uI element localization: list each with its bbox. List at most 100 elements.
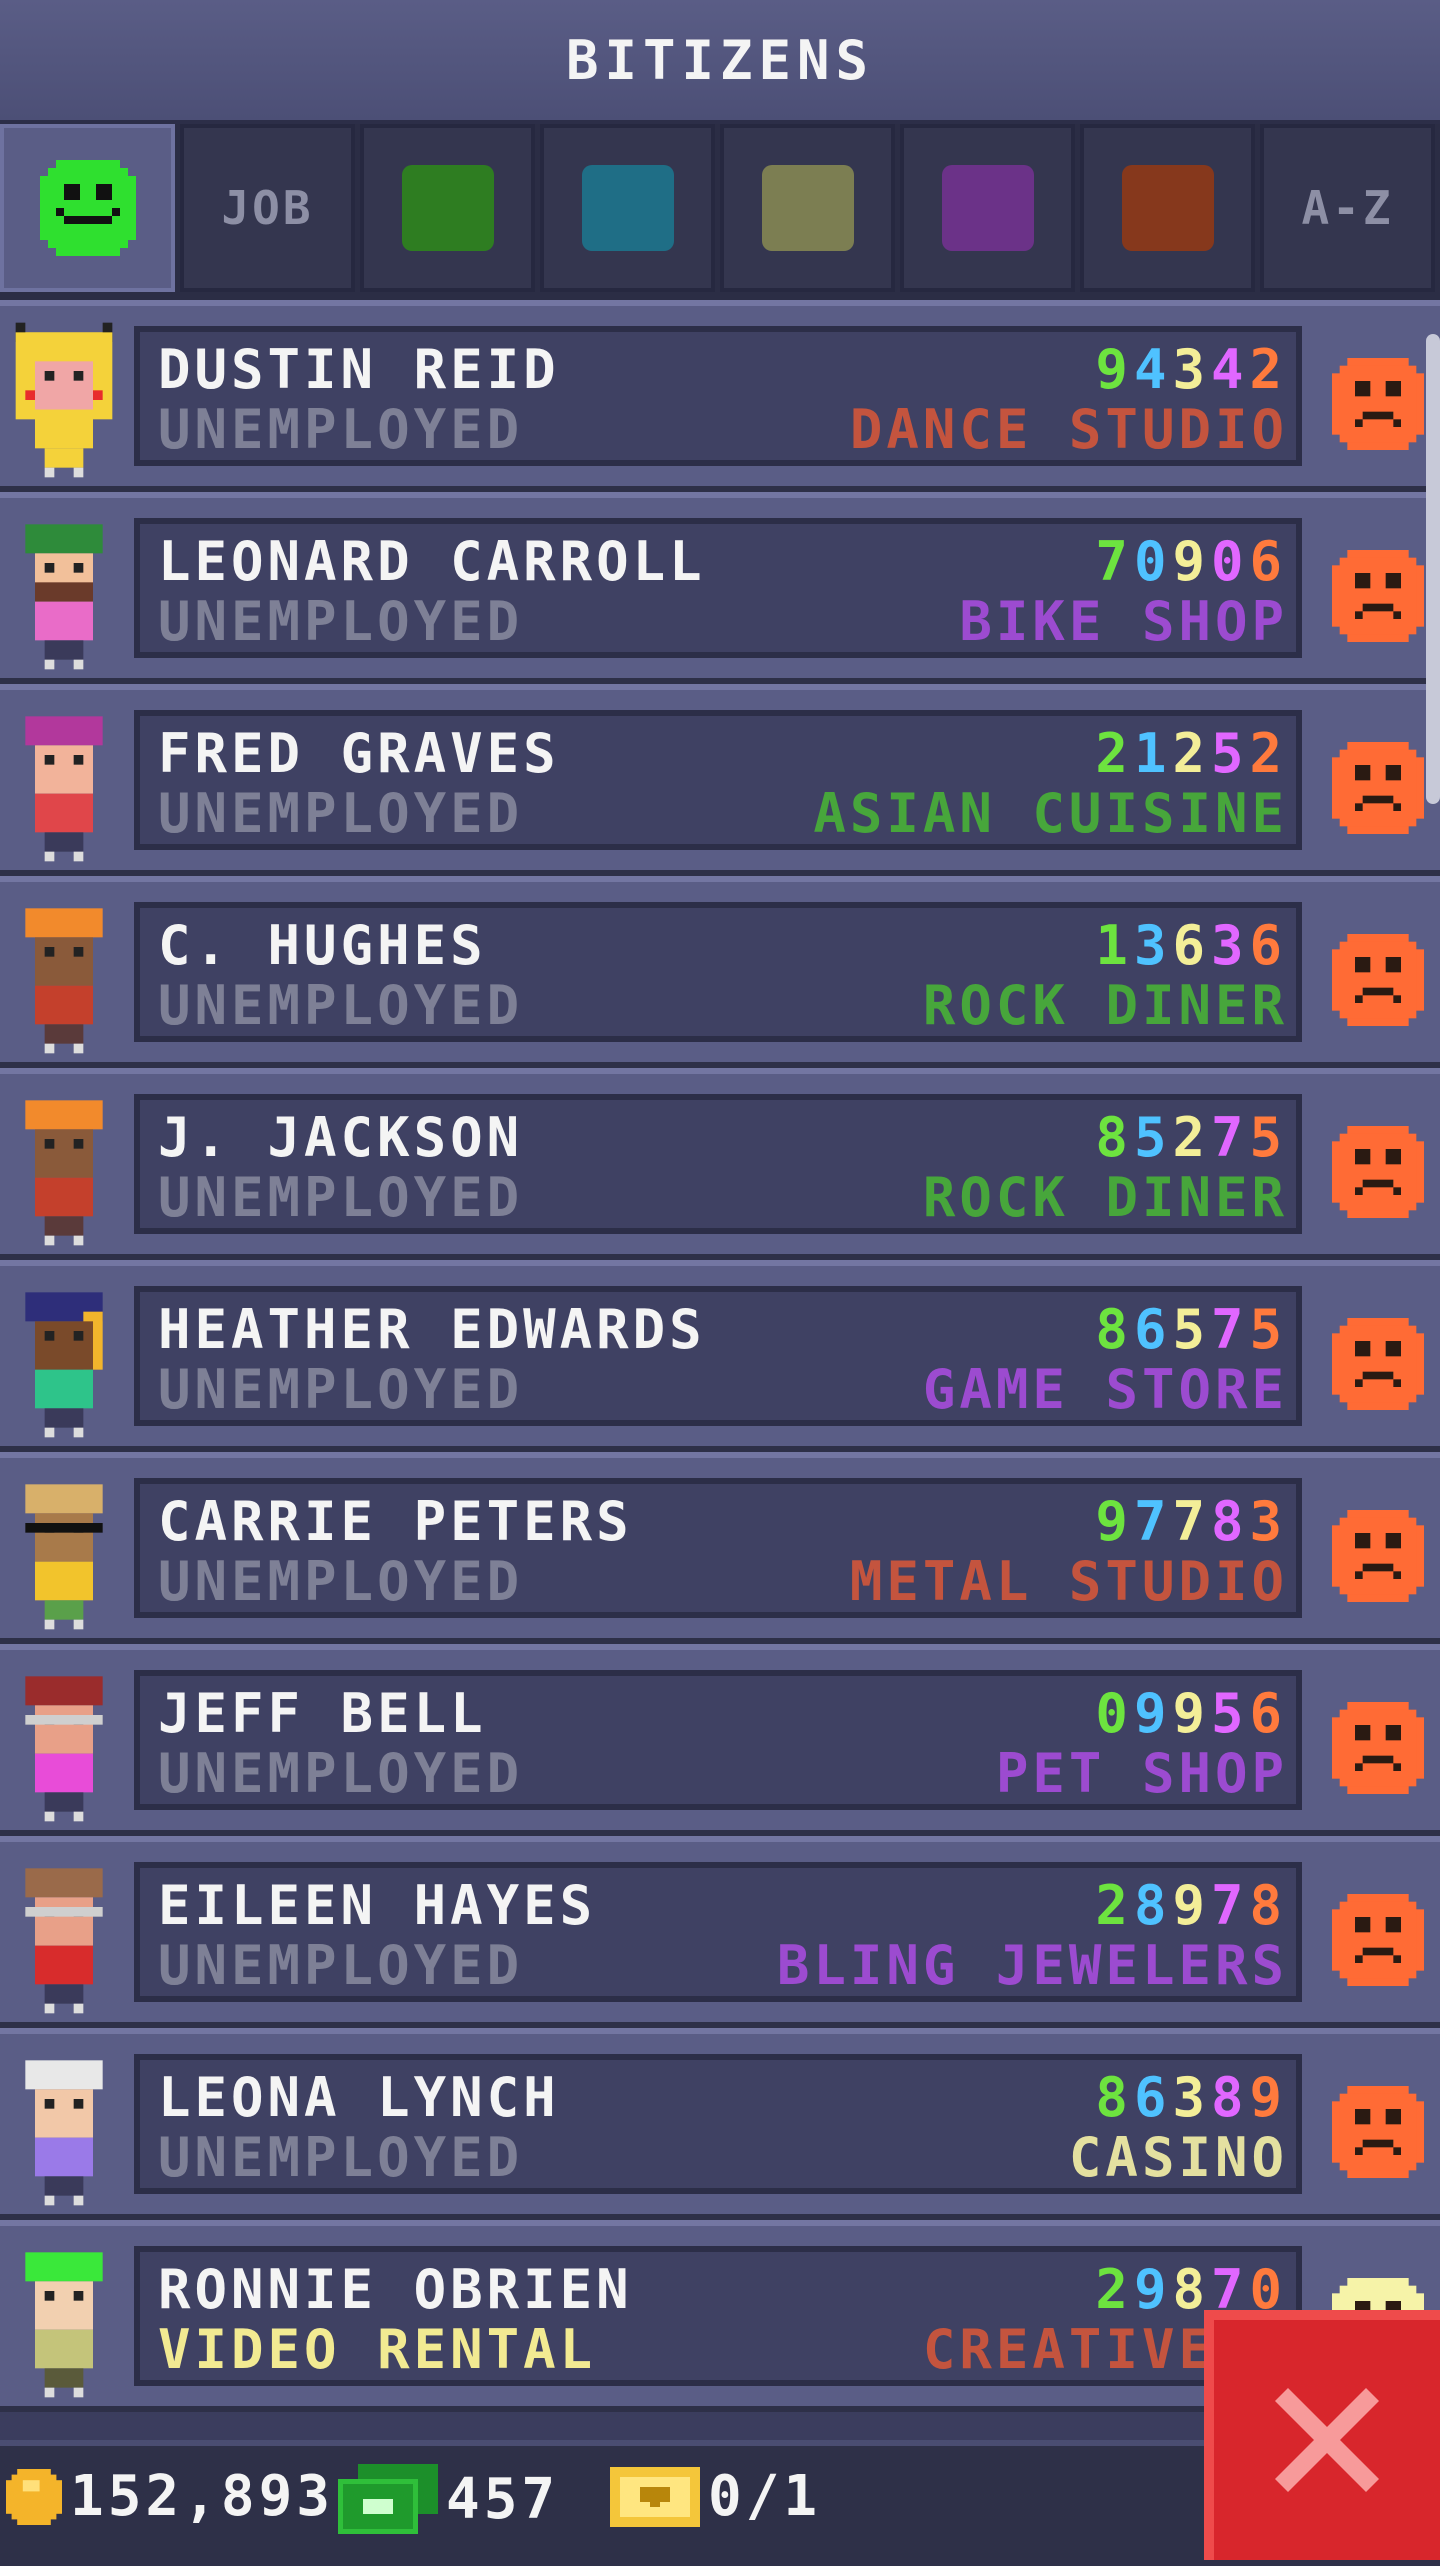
close-button[interactable]: [1204, 2310, 1440, 2560]
bitizen-row[interactable]: EILEEN HAYES UNEMPLOYED 28978 BLING JEWELER…: [0, 1836, 1440, 2028]
skill-digit: 1: [1095, 914, 1134, 977]
bitizen-card[interactable]: C. HUGHES UNEMPLOYED 13636 ROCK DINER: [134, 902, 1302, 1042]
category-swatch: [761, 165, 854, 251]
skill-digit: 5: [1249, 1106, 1288, 1169]
filter-tabs: JOB A-Z: [0, 124, 1440, 300]
bitizen-card[interactable]: DUSTIN REID UNEMPLOYED 94342 DANCE STUDIO: [134, 326, 1302, 466]
skill-digit: 8: [1210, 2066, 1250, 2129]
skill-digit: 2: [1249, 722, 1288, 785]
bitizen-list: DUSTIN REID UNEMPLOYED 94342 DANCE STUDIO LE…: [0, 300, 1440, 2412]
sad-face-icon: [1332, 1510, 1424, 1602]
skill-digit: 3: [1210, 914, 1250, 977]
tab-alphabetical[interactable]: A-Z: [1260, 124, 1435, 292]
skill-digit: 7: [1172, 1490, 1211, 1553]
skill-digit: 8: [1249, 1874, 1288, 1937]
bitizen-job: VIDEO RENTAL: [158, 2318, 597, 2381]
skill-stats: 94342: [1095, 338, 1288, 401]
bux-value: 457: [446, 2466, 560, 2532]
skill-digit: 6: [1133, 1298, 1173, 1361]
tab-category-6[interactable]: [1080, 124, 1255, 292]
skill-digit: 6: [1249, 530, 1288, 593]
bitizen-name: CARRIE PETERS: [158, 1490, 633, 1553]
bitizen-row[interactable]: HEATHER EDWARDS UNEMPLOYED 86575 GAME STORE: [0, 1260, 1440, 1452]
bitizen-job: UNEMPLOYED: [158, 398, 524, 461]
bitizen-card[interactable]: LEONA LYNCH UNEMPLOYED 86389 CASINO: [134, 2054, 1302, 2194]
dream-job: ROCK DINER: [922, 974, 1288, 1037]
skill-digit: 0: [1133, 530, 1173, 593]
bitizen-avatar[interactable]: [6, 1280, 122, 1440]
bitizen-row[interactable]: C. HUGHES UNEMPLOYED 13636 ROCK DINER: [0, 876, 1440, 1068]
bitizen-avatar[interactable]: [6, 896, 122, 1056]
skill-digit: 5: [1133, 1106, 1173, 1169]
skill-stats: 86389: [1095, 2066, 1288, 2129]
sad-face-icon: [1332, 1894, 1424, 1986]
bitizen-name: FRED GRAVES: [158, 722, 560, 785]
skill-digit: 3: [1172, 2066, 1211, 2129]
dream-job: ROCK DINER: [922, 1166, 1288, 1229]
category-swatch: [581, 165, 674, 251]
bitizen-avatar[interactable]: [6, 1088, 122, 1248]
bitizen-avatar[interactable]: [6, 1856, 122, 2016]
bitizen-name: DUSTIN REID: [158, 338, 560, 401]
dream-job: DANCE STUDIO: [849, 398, 1288, 461]
skill-digit: 8: [1133, 1874, 1173, 1937]
bitizen-avatar[interactable]: [6, 704, 122, 864]
tab-category-2[interactable]: [360, 124, 535, 292]
skill-digit: 9: [1095, 338, 1134, 401]
dream-job: GAME STORE: [922, 1358, 1288, 1421]
bitizen-card[interactable]: RONNIE OBRIEN VIDEO RENTAL 29870 CREATIVE I: [134, 2246, 1302, 2386]
bitizen-card[interactable]: FRED GRAVES UNEMPLOYED 21252 ASIAN CUISINE: [134, 710, 1302, 850]
skill-digit: 3: [1133, 914, 1173, 977]
skill-digit: 0: [1210, 530, 1250, 593]
bitizen-card[interactable]: CARRIE PETERS UNEMPLOYED 97783 METAL STUDIO: [134, 1478, 1302, 1618]
bitizen-job: UNEMPLOYED: [158, 782, 524, 845]
tab-label: JOB: [221, 181, 314, 235]
bitizen-card[interactable]: EILEEN HAYES UNEMPLOYED 28978 BLING JEWELER…: [134, 1862, 1302, 2002]
bitizen-card[interactable]: LEONARD CARROLL UNEMPLOYED 70906 BIKE SHOP: [134, 518, 1302, 658]
bitizen-row[interactable]: FRED GRAVES UNEMPLOYED 21252 ASIAN CUISINE: [0, 684, 1440, 876]
bitizen-avatar[interactable]: [6, 1664, 122, 1824]
tab-job[interactable]: JOB: [180, 124, 355, 292]
tab-category-3[interactable]: [540, 124, 715, 292]
bitizen-row[interactable]: JEFF BELL UNEMPLOYED 09956 PET SHOP: [0, 1644, 1440, 1836]
category-swatch: [941, 165, 1034, 251]
bitizen-job: UNEMPLOYED: [158, 974, 524, 1037]
bitizen-avatar[interactable]: [6, 1472, 122, 1632]
bitizen-job: UNEMPLOYED: [158, 1550, 524, 1613]
skill-digit: 6: [1249, 1682, 1288, 1745]
tab-category-4[interactable]: [720, 124, 895, 292]
bitizen-job: UNEMPLOYED: [158, 590, 524, 653]
skill-digit: 3: [1249, 1490, 1288, 1553]
bitizen-name: JEFF BELL: [158, 1682, 487, 1745]
skill-digit: 8: [1095, 1106, 1134, 1169]
skill-stats: 86575: [1095, 1298, 1288, 1361]
tab-category-5[interactable]: [900, 124, 1075, 292]
scrollbar[interactable]: [1426, 334, 1440, 804]
skill-digit: 7: [1210, 1874, 1250, 1937]
page-title: BITIZENS: [565, 28, 875, 92]
bitizen-card[interactable]: JEFF BELL UNEMPLOYED 09956 PET SHOP: [134, 1670, 1302, 1810]
coins-display: 152,893: [6, 2464, 334, 2529]
tab-mood[interactable]: [0, 124, 175, 292]
bitizen-card[interactable]: J. JACKSON UNEMPLOYED 85275 ROCK DINER: [134, 1094, 1302, 1234]
skill-digit: 0: [1095, 1682, 1134, 1745]
skill-digit: 9: [1172, 1874, 1211, 1937]
bitizen-row[interactable]: LEONARD CARROLL UNEMPLOYED 70906 BIKE SHOP: [0, 492, 1440, 684]
coin-icon: [6, 2468, 62, 2525]
bitizen-row[interactable]: J. JACKSON UNEMPLOYED 85275 ROCK DINER: [0, 1068, 1440, 1260]
skill-digit: 8: [1095, 2066, 1134, 2129]
tickets-display: 0/1: [610, 2464, 821, 2529]
bitizen-row[interactable]: LEONA LYNCH UNEMPLOYED 86389 CASINO: [0, 2028, 1440, 2220]
bitizen-avatar[interactable]: [6, 2048, 122, 2208]
bitizen-row[interactable]: CARRIE PETERS UNEMPLOYED 97783 METAL STUDIO: [0, 1452, 1440, 1644]
bitizen-card[interactable]: HEATHER EDWARDS UNEMPLOYED 86575 GAME STORE: [134, 1286, 1302, 1426]
bitizen-row[interactable]: DUSTIN REID UNEMPLOYED 94342 DANCE STUDIO: [0, 300, 1440, 492]
bitizen-avatar[interactable]: [6, 320, 122, 480]
category-swatch: [401, 165, 494, 251]
bitizen-avatar[interactable]: [6, 512, 122, 672]
skill-digit: 5: [1249, 1298, 1288, 1361]
bitizen-avatar[interactable]: [6, 2240, 122, 2400]
sad-face-icon: [1332, 742, 1424, 834]
dream-job: BLING JEWELERS: [776, 1934, 1288, 1997]
bitizen-job: UNEMPLOYED: [158, 1742, 524, 1805]
